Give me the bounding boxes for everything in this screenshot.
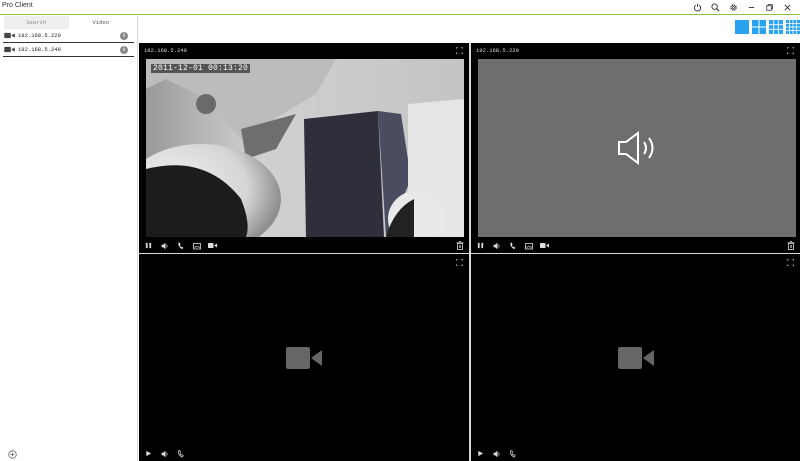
record-icon[interactable] xyxy=(540,241,549,250)
add-device-icon[interactable] xyxy=(8,450,17,459)
trash-icon[interactable] xyxy=(787,241,795,250)
title-bar: Pro Client xyxy=(0,0,800,15)
gear-icon[interactable] xyxy=(724,1,742,14)
camera-icon xyxy=(4,32,15,39)
fullscreen-icon[interactable] xyxy=(456,259,463,266)
restore-icon[interactable] xyxy=(760,1,778,14)
camera-icon xyxy=(4,46,15,53)
video-grid: 192.168.5.249 2011-12-01 00:13:20 192.16… xyxy=(139,43,800,461)
audio-only-area xyxy=(478,59,796,237)
tab-search[interactable]: Search xyxy=(4,16,69,29)
speaker-icon[interactable] xyxy=(160,449,169,458)
fullscreen-icon[interactable] xyxy=(456,47,463,54)
device-ip: 192.168.5.249 xyxy=(18,46,61,53)
pause-icon[interactable] xyxy=(144,241,153,250)
pane-ip: 192.168.5.249 xyxy=(144,47,187,54)
snapshot-icon[interactable] xyxy=(192,241,201,250)
layout-3x3-button[interactable] xyxy=(769,20,783,34)
osd-timestamp: 2011-12-01 00:13:20 xyxy=(151,64,251,73)
app-title: Pro Client xyxy=(2,2,33,9)
camera-frame-image xyxy=(146,59,464,237)
pause-icon[interactable] xyxy=(476,241,485,250)
talk-icon[interactable] xyxy=(508,241,517,250)
talk-icon[interactable] xyxy=(508,449,517,458)
camera-placeholder-icon xyxy=(617,347,654,369)
tab-video[interactable]: Video xyxy=(69,16,134,29)
layout-2x2-button[interactable] xyxy=(752,20,766,34)
video-pane[interactable]: 192.168.5.220 xyxy=(471,43,800,253)
play-icon[interactable] xyxy=(476,449,485,458)
video-feed: 2011-12-01 00:13:20 xyxy=(146,59,464,237)
device-item[interactable]: 192.168.5.220 i xyxy=(3,29,134,43)
talk-icon[interactable] xyxy=(176,241,185,250)
power-icon[interactable] xyxy=(688,1,706,14)
record-icon[interactable] xyxy=(208,241,217,250)
device-ip: 192.168.5.220 xyxy=(18,32,61,39)
minimize-icon[interactable] xyxy=(742,1,760,14)
close-icon[interactable] xyxy=(778,1,796,14)
sidebar-tabs: Search Video xyxy=(4,16,133,29)
video-pane[interactable] xyxy=(139,254,469,461)
info-icon[interactable]: i xyxy=(120,32,128,40)
device-sidebar: Search Video 192.168.5.220 i 192.168.5.2… xyxy=(0,16,138,461)
speaker-icon[interactable] xyxy=(492,449,501,458)
pane-ip: 192.168.5.220 xyxy=(476,47,519,54)
snapshot-icon[interactable] xyxy=(524,241,533,250)
speaker-large-icon xyxy=(618,131,654,165)
fullscreen-icon[interactable] xyxy=(787,259,794,266)
fullscreen-icon[interactable] xyxy=(787,47,794,54)
video-pane[interactable] xyxy=(471,254,800,461)
play-icon[interactable] xyxy=(144,449,153,458)
layout-1x1-button[interactable] xyxy=(735,20,749,34)
camera-placeholder-icon xyxy=(286,347,322,369)
device-item[interactable]: 192.168.5.249 i xyxy=(3,43,134,57)
video-pane[interactable]: 192.168.5.249 2011-12-01 00:13:20 xyxy=(139,43,469,253)
talk-icon[interactable] xyxy=(176,449,185,458)
speaker-icon[interactable] xyxy=(492,241,501,250)
speaker-icon[interactable] xyxy=(160,241,169,250)
info-icon[interactable]: i xyxy=(120,46,128,54)
layout-bar xyxy=(139,16,800,43)
trash-icon[interactable] xyxy=(456,241,464,250)
search-icon[interactable] xyxy=(706,1,724,14)
layout-4x4-button[interactable] xyxy=(786,20,800,34)
